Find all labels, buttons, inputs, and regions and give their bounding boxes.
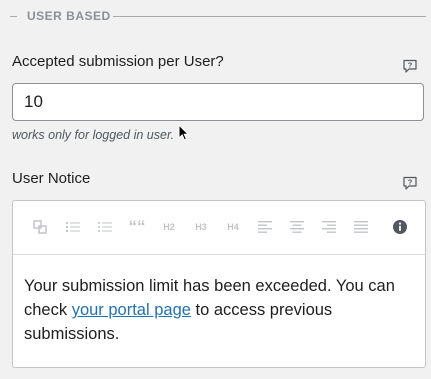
notice-field-label: User Notice (12, 170, 91, 187)
align-right-icon[interactable] (319, 218, 339, 236)
heading-3-button[interactable]: H3 (191, 218, 211, 236)
help-bubble-icon[interactable]: ? (402, 58, 418, 74)
submission-limit-input[interactable] (12, 83, 424, 121)
svg-text:?: ? (408, 61, 413, 70)
editor-content[interactable]: Your submission limit has been exceeded.… (24, 274, 409, 346)
svg-text:?: ? (408, 178, 413, 187)
section-header-user-based: USER BASED (0, 6, 431, 26)
align-justify-icon[interactable] (351, 218, 371, 236)
info-circle-icon[interactable] (390, 218, 410, 236)
mouse-cursor-icon (178, 123, 190, 142)
section-title: USER BASED (27, 9, 111, 23)
bullet-list-icon[interactable] (95, 218, 115, 236)
portal-page-link[interactable]: your portal page (72, 301, 191, 319)
help-bubble-icon[interactable]: ? (402, 175, 418, 191)
section-divider (113, 16, 426, 17)
rich-text-editor: ““ H2 H3 H4 Your submission limit has be… (12, 200, 426, 368)
limit-field-label: Accepted submission per User? (12, 53, 224, 70)
heading-4-button[interactable]: H4 (223, 218, 243, 236)
limit-field-hint: works only for logged in user. (12, 128, 175, 142)
section-dash (10, 16, 17, 17)
blockquote-button[interactable]: ““ (127, 217, 147, 236)
ordered-list-icon[interactable] (63, 218, 83, 236)
clear-format-icon[interactable] (30, 218, 50, 236)
align-center-icon[interactable] (287, 218, 307, 236)
editor-toolbar: ““ H2 H3 H4 (13, 201, 425, 255)
heading-2-button[interactable]: H2 (159, 218, 179, 236)
align-left-icon[interactable] (255, 218, 275, 236)
